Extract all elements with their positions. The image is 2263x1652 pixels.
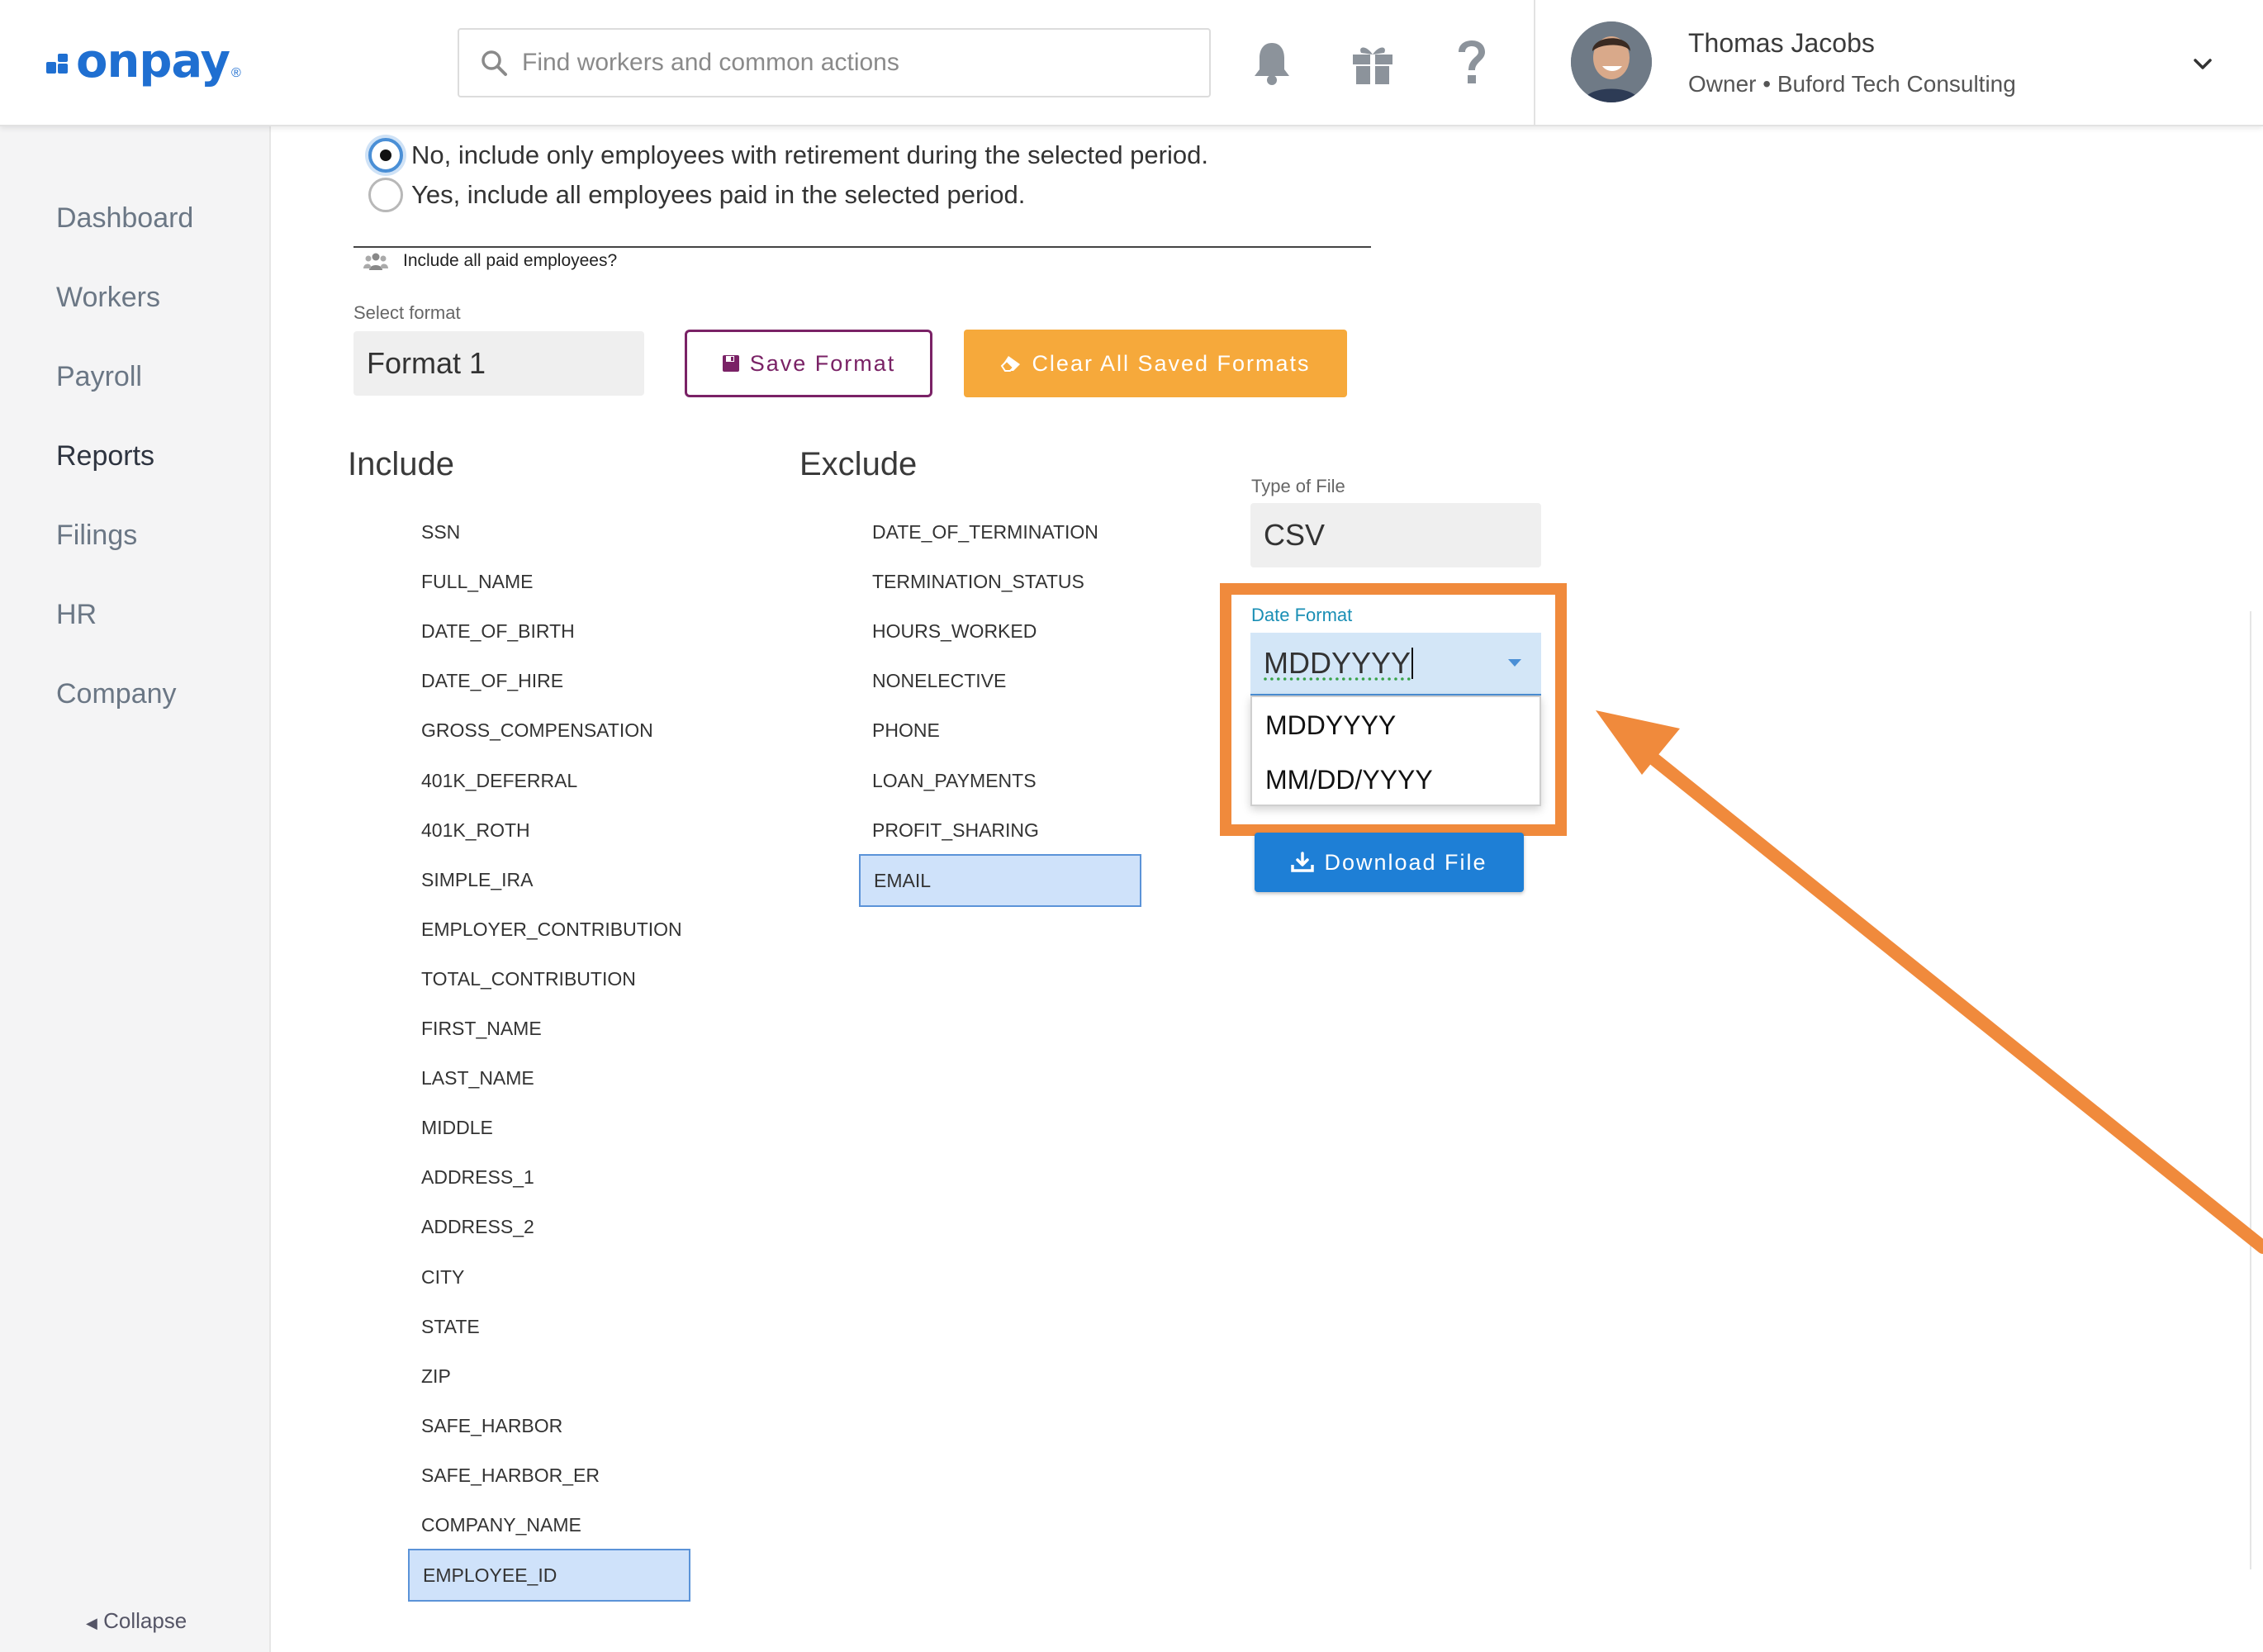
sidebar-item-company[interactable]: Company [56,678,177,710]
field-item[interactable]: FULL_NAME [421,571,533,593]
chevron-down-icon[interactable] [2190,51,2215,76]
field-item[interactable]: SSN [421,521,460,544]
field-item[interactable]: PHONE [872,719,940,742]
field-item[interactable]: TOTAL_CONTRIBUTION [421,968,636,990]
help-icon [1459,40,1485,83]
radio-yes-label[interactable]: Yes, include all employees paid in the s… [411,180,1025,210]
sidebar-item-workers[interactable]: Workers [56,282,160,314]
annotation-arrow-icon [1596,710,2263,1254]
field-item[interactable]: EMAIL [859,853,1141,907]
date-format-value[interactable]: MDDYYYY [1264,646,1411,681]
field-item[interactable]: HOURS_WORKED [872,620,1037,643]
download-icon [1291,852,1315,873]
include-all-hint: Include all paid employees? [363,251,617,271]
search-bar[interactable] [458,28,1211,97]
field-item[interactable]: STATE [421,1316,480,1338]
field-item[interactable]: SAFE_HARBOR_ER [421,1464,600,1487]
save-format-label: Save Format [749,350,896,376]
format-select-value: Format 1 [367,346,486,380]
file-type-value: CSV [1264,518,1326,552]
sidebar-item-dashboard[interactable]: Dashboard [56,202,193,235]
onpay-logo[interactable]: onpay ® [46,34,241,88]
file-type-select[interactable]: CSV [1250,503,1541,567]
user-photo-icon [1571,21,1652,102]
avatar[interactable] [1571,21,1652,102]
field-item[interactable]: LOAN_PAYMENTS [872,770,1037,792]
logo-mark-icon [46,54,71,78]
sidebar-item-hr[interactable]: HR [56,599,97,631]
sidebar: Dashboard Workers Payroll Reports Filing… [0,126,271,1652]
clear-saved-formats-label: Clear All Saved Formats [1032,350,1311,376]
user-role: Owner • Buford Tech Consulting [1688,71,2016,97]
sidebar-item-filings[interactable]: Filings [56,520,137,552]
field-item[interactable]: ADDRESS_2 [421,1216,534,1238]
eraser-icon [1000,354,1022,373]
field-item[interactable]: 401K_DEFERRAL [421,770,577,792]
download-file-button[interactable]: Download File [1255,833,1524,892]
download-file-label: Download File [1324,849,1487,875]
date-format-select[interactable]: MDDYYYY [1250,633,1541,695]
field-item[interactable]: COMPANY_NAME [421,1514,581,1536]
field-underline [353,246,1371,248]
logo-registered-mark: ® [231,66,241,80]
save-format-button[interactable]: Save Format [685,330,932,397]
field-item[interactable]: FIRST_NAME [421,1018,542,1040]
date-format-dropdown: MDDYYYY MM/DD/YYYY [1250,695,1541,806]
header-divider [1534,0,1535,126]
field-item[interactable]: CITY [421,1266,464,1289]
clear-saved-formats-button[interactable]: Clear All Saved Formats [964,330,1347,397]
radio-no[interactable] [368,138,403,173]
user-name[interactable]: Thomas Jacobs [1688,28,1875,59]
exclude-title: Exclude [799,446,918,482]
file-type-label: Type of File [1251,476,1345,496]
radio-yes[interactable] [368,178,403,212]
help-button[interactable] [1447,38,1497,88]
radio-no-label[interactable]: No, include only employees with retireme… [411,140,1208,170]
gift-button[interactable] [1348,38,1397,88]
field-item[interactable]: EMPLOYER_CONTRIBUTION [421,919,682,941]
collapse-button[interactable]: ◀ Collapse [86,1608,187,1634]
hint-text: Include all paid employees? [403,251,618,270]
search-icon [482,50,507,76]
people-icon [363,253,388,270]
top-bar: onpay ® Find workers and common actions … [0,0,2263,126]
sidebar-item-reports[interactable]: Reports [56,440,154,472]
format-select[interactable]: Format 1 [353,331,644,396]
sidebar-item-payroll[interactable]: Payroll [56,361,142,393]
field-item[interactable]: PROFIT_SHARING [872,819,1039,842]
field-item[interactable]: ZIP [421,1365,451,1388]
date-format-label: Date Format [1251,605,1353,625]
dropdown-caret-icon[interactable] [1508,659,1521,667]
radio-option-no[interactable]: No, include only employees with retireme… [368,138,1208,173]
radio-option-yes[interactable]: Yes, include all employees paid in the s… [368,178,1025,212]
field-item[interactable]: MIDDLE [421,1117,493,1139]
field-item[interactable]: NONELECTIVE [872,670,1006,692]
field-item[interactable]: SAFE_HARBOR [421,1415,562,1437]
text-cursor [1411,648,1414,679]
save-icon [722,354,740,373]
date-format-option[interactable]: MDDYYYY [1265,710,1396,741]
collapse-label: Collapse [103,1608,187,1633]
search-input[interactable] [522,49,1183,77]
scrollbar[interactable] [2250,611,2263,1569]
select-format-label: Select format [353,302,461,323]
field-item[interactable]: DATE_OF_TERMINATION [872,521,1098,544]
field-item[interactable]: DATE_OF_HIRE [421,670,563,692]
notifications-button[interactable] [1247,38,1297,88]
field-item[interactable]: GROSS_COMPENSATION [421,719,653,742]
logo-text: onpay [76,34,230,88]
field-item[interactable]: ADDRESS_1 [421,1166,534,1189]
field-item[interactable]: TERMINATION_STATUS [872,571,1084,593]
gift-icon [1353,47,1392,84]
field-item[interactable]: LAST_NAME [421,1067,534,1089]
bell-icon [1255,43,1289,85]
field-item[interactable]: SIMPLE_IRA [421,869,534,891]
date-format-option[interactable]: MM/DD/YYYY [1265,765,1433,795]
field-item[interactable]: EMPLOYEE_ID [408,1549,690,1602]
include-title: Include [348,446,454,482]
chevron-left-icon: ◀ [86,1615,97,1631]
field-item[interactable]: DATE_OF_BIRTH [421,620,575,643]
field-item[interactable]: 401K_ROTH [421,819,530,842]
